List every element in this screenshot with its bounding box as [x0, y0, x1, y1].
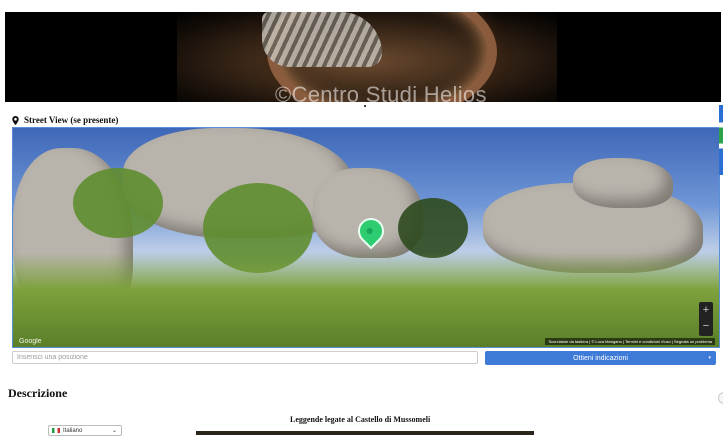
map-terms[interactable]: Scorciatoie da tastiera | © Luca Mangano… [545, 338, 715, 345]
google-logo: Google [19, 338, 42, 345]
zoom-out-button[interactable]: − [699, 318, 713, 334]
wings-shape [262, 12, 382, 67]
article-image [196, 431, 534, 435]
position-input[interactable] [12, 351, 478, 364]
grass [13, 252, 719, 347]
zoom-control: + − [699, 302, 713, 336]
legend-subtitle: Leggende legate al Castello di Mussomeli [290, 415, 431, 424]
get-directions-label: Ottieni indicazioni [573, 354, 628, 362]
hero-watermark: ©Centro Studi Helios [275, 82, 487, 102]
italy-flag-icon [52, 428, 60, 433]
zoom-in-button[interactable]: + [699, 302, 713, 318]
hero-banner: ©Centro Studi Helios [5, 12, 721, 102]
language-label: Italiano [63, 427, 83, 434]
language-selector[interactable]: Italiano ⌄ [48, 425, 122, 436]
map-pin-icon [12, 115, 19, 125]
side-widget[interactable] [719, 105, 723, 175]
bush [73, 168, 163, 238]
caret-down-icon: ▾ [708, 355, 711, 361]
description-heading: Descrizione [8, 386, 68, 400]
floating-circle-button[interactable] [718, 392, 723, 404]
street-view-panorama[interactable]: Google Scorciatoie da tastiera | © Luca … [12, 127, 720, 348]
chevron-down-icon: ⌄ [111, 428, 117, 434]
rock [573, 158, 673, 208]
street-view-title: Street View (se presente) [24, 115, 119, 125]
tree [398, 198, 468, 258]
separator-dot [364, 105, 366, 107]
street-view-heading: Street View (se presente) [12, 115, 118, 125]
get-directions-button[interactable]: Ottieni indicazioni ▾ [485, 351, 716, 365]
